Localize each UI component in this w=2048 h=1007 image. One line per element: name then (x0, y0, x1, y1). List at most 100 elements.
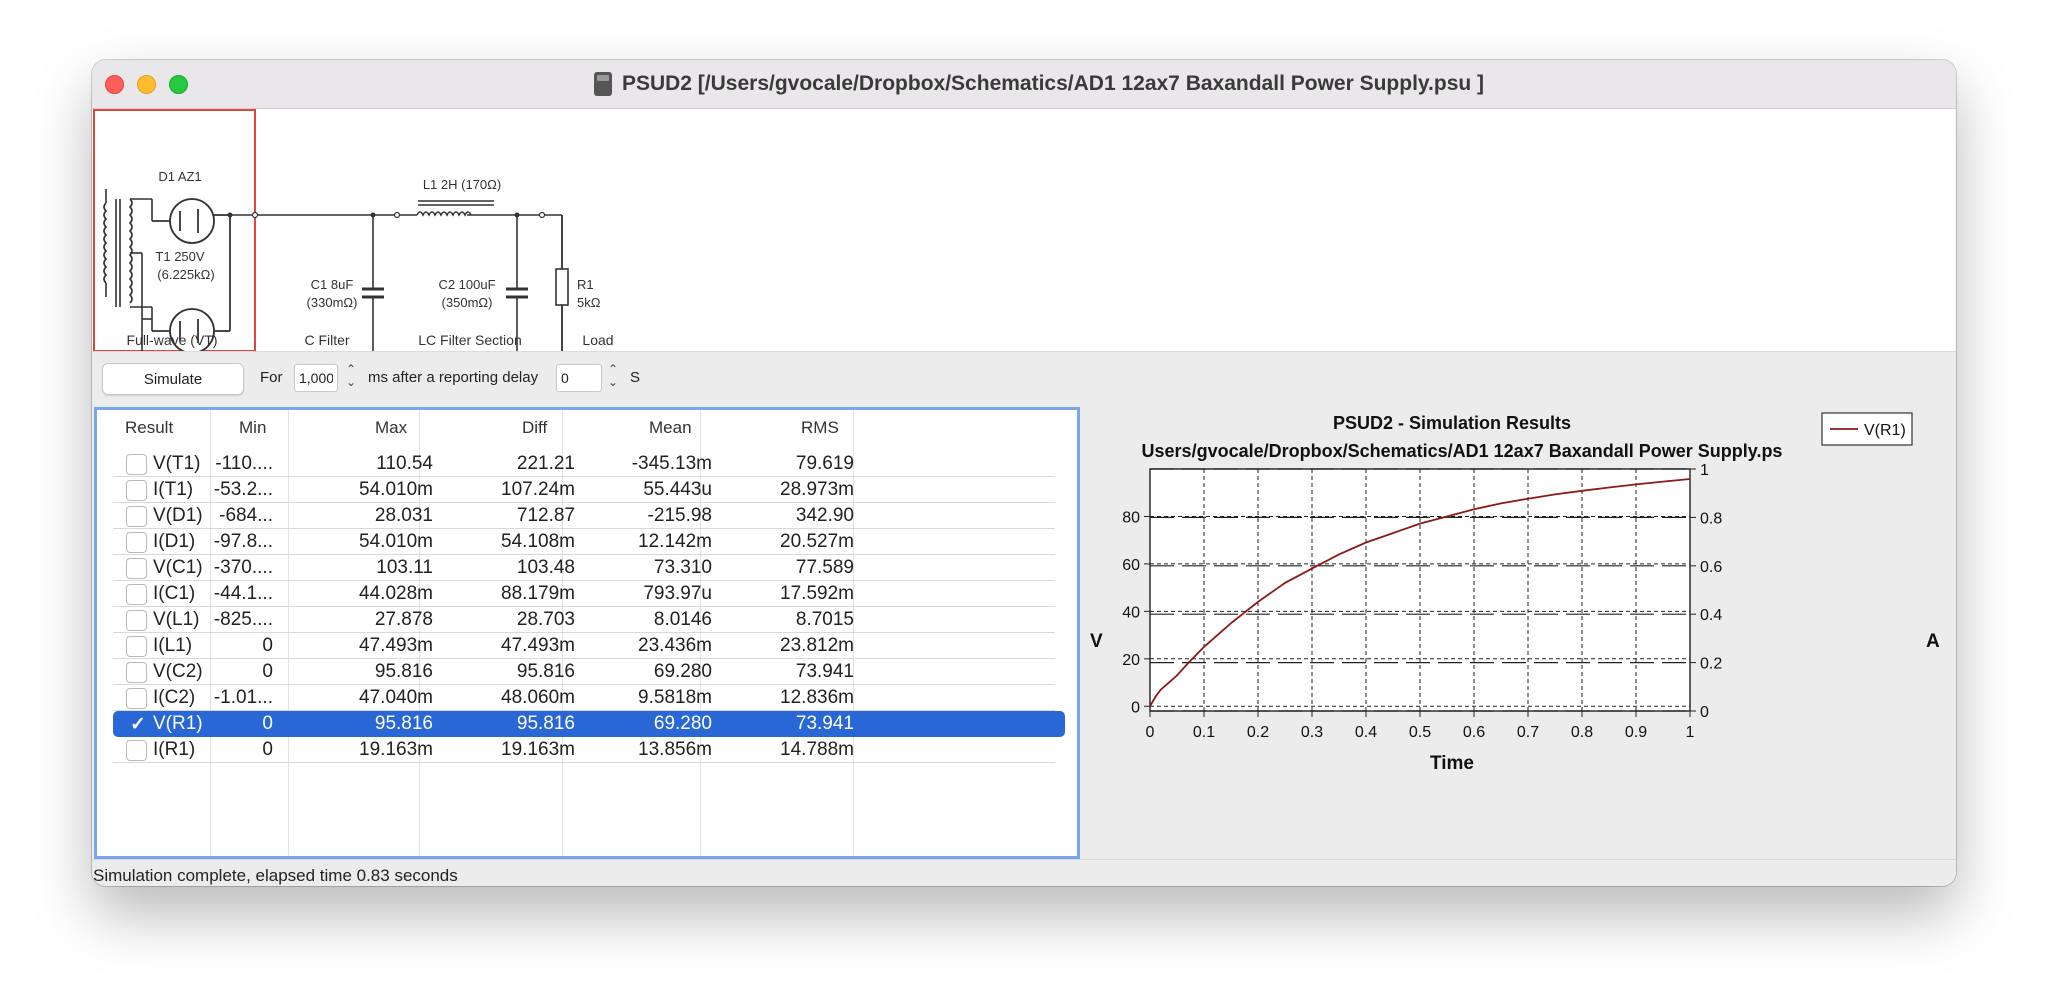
header-max[interactable]: Max (375, 418, 407, 438)
result-max: 44.028m (359, 583, 433, 604)
result-diff: 95.816 (516, 713, 575, 734)
result-max: 27.878 (374, 609, 433, 630)
duration-stepper[interactable]: ⌃ ⌄ (344, 363, 358, 393)
section-cfilter: C Filter (304, 332, 349, 348)
result-name: I(C1) (153, 583, 196, 604)
c2-esr: (350mΩ) (442, 295, 493, 310)
x-tick-label: 0.6 (1463, 724, 1485, 741)
table-row[interactable]: I(R1) 0 19.163m 19.163m 13.856m 14.788m (113, 737, 1065, 763)
x-tick-label: 0.1 (1193, 724, 1215, 741)
capacitor-c2-symbol[interactable] (506, 287, 528, 299)
plot-checkbox[interactable] (126, 506, 147, 527)
result-rms: 342.90 (795, 505, 854, 526)
y-tick-label: 20 (1122, 652, 1140, 669)
plot-checkbox[interactable] (126, 584, 147, 605)
header-diff[interactable]: Diff (522, 418, 547, 438)
zoom-button[interactable] (169, 75, 188, 94)
result-rms: 12.836m (780, 687, 854, 708)
table-row[interactable]: V(C2) 0 95.816 95.816 69.280 73.941 (113, 659, 1065, 685)
results-table: Result Min Max Diff Mean RMS V(T1) -110..… (94, 407, 1080, 859)
result-min: -44.1... (213, 583, 273, 604)
result-name: V(T1) (153, 453, 201, 474)
header-min[interactable]: Min (239, 418, 266, 438)
table-row[interactable]: I(T1) -53.2... 54.010m 107.24m 55.443u 28.973… (113, 477, 1065, 503)
table-row[interactable]: I(L1) 0 47.493m 47.493m 23.436m 23.812m (113, 633, 1065, 659)
for-label: For (260, 369, 283, 386)
table-row[interactable]: ✓ V(R1) 0 95.816 95.816 69.280 73.941 (113, 711, 1065, 737)
plot-checkbox[interactable] (126, 688, 147, 709)
x-tick-label: 0 (1146, 724, 1155, 741)
result-diff: 54.108m (501, 531, 575, 552)
result-min: -1.01... (213, 687, 273, 708)
plot-checkbox[interactable] (126, 662, 147, 683)
result-name: I(D1) (153, 531, 196, 552)
result-rms: 23.812m (780, 635, 854, 656)
result-rms: 8.7015 (795, 609, 854, 630)
result-max: 19.163m (359, 739, 433, 760)
result-rms: 14.788m (780, 739, 854, 760)
capacitor-c1-symbol[interactable] (362, 287, 384, 299)
simulate-button[interactable]: Simulate (102, 363, 244, 395)
duration-input[interactable] (294, 364, 338, 392)
c2-label: C2 100uF (438, 277, 495, 292)
table-row[interactable]: V(D1) -684... 28.031 712.87 -215.98 342.90 (113, 503, 1065, 529)
result-max: 103.11 (376, 557, 433, 578)
result-max: 110.54 (376, 453, 433, 474)
header-mean[interactable]: Mean (649, 418, 692, 438)
result-min: -825.... (213, 609, 273, 630)
rectifier-tube-upper[interactable] (152, 198, 230, 244)
inductor-symbol[interactable] (416, 200, 494, 217)
plot-checkbox[interactable] (126, 636, 147, 657)
plot-checkbox[interactable] (126, 480, 147, 501)
result-mean: 23.436m (638, 635, 712, 656)
resistor-r1-symbol[interactable] (555, 268, 569, 306)
header-result[interactable]: Result (125, 418, 173, 438)
y-axis-label: V (1090, 631, 1103, 652)
result-mean: -215.98 (647, 505, 712, 526)
window-title-group: PSUD2 [/Users/gvocale/Dropbox/Schematics… (593, 72, 1484, 96)
minimize-button[interactable] (137, 75, 156, 94)
section-load: Load (582, 332, 613, 348)
table-row[interactable]: I(C2) -1.01... 47.040m 48.060m 9.5818m 12.836… (113, 685, 1065, 711)
result-diff: 103.48 (516, 557, 575, 578)
x-tick-label: 0.3 (1301, 724, 1323, 741)
table-row[interactable]: V(L1) -825.... 27.878 28.703 8.0146 8.7015 (113, 607, 1065, 633)
result-name: I(L1) (153, 635, 193, 656)
delay-input[interactable] (556, 364, 602, 392)
plot-checkbox[interactable] (126, 740, 147, 761)
result-max: 54.010m (359, 531, 433, 552)
table-row[interactable]: V(C1) -370.... 103.11 103.48 73.310 77.589 (113, 555, 1065, 581)
header-rms[interactable]: RMS (801, 418, 839, 438)
plot-checkbox[interactable]: ✓ (126, 714, 147, 735)
x-tick-label: 0.8 (1571, 724, 1593, 741)
y-tick-label: 0 (1131, 699, 1140, 716)
delay-stepper[interactable]: ⌃ ⌄ (606, 363, 620, 393)
result-mean: 73.310 (653, 557, 712, 578)
y2-tick-label: 0.8 (1700, 510, 1722, 527)
close-button[interactable] (105, 75, 124, 94)
plot-checkbox[interactable] (126, 532, 147, 553)
result-min: -684... (219, 505, 273, 526)
plot-checkbox[interactable] (126, 610, 147, 631)
unit-label: S (630, 369, 641, 386)
result-diff: 107.24m (501, 479, 575, 500)
schematic-diagram: D1 AZ1 T1 250V (6.225kΩ) Full-wave (VT) … (92, 109, 1956, 369)
result-min: -97.8... (213, 531, 273, 552)
x-tick-label: 1 (1686, 724, 1695, 741)
y2-tick-label: 0.6 (1700, 559, 1722, 576)
result-rms: 79.619 (795, 453, 854, 474)
table-row[interactable]: I(D1) -97.8... 54.010m 54.108m 12.142m 20.527… (113, 529, 1065, 555)
plot-checkbox[interactable] (126, 558, 147, 579)
transformer-symbol[interactable] (103, 189, 153, 331)
result-diff: 47.493m (501, 635, 575, 656)
x-axis-label: Time (1430, 753, 1474, 774)
chart-title: PSUD2 - Simulation Results (1333, 413, 1571, 433)
result-diff: 28.703 (516, 609, 575, 630)
result-mean: 13.856m (638, 739, 712, 760)
table-row[interactable]: V(T1) -110.... 110.54 221.21 -345.13m 79.619 (113, 451, 1065, 477)
plot-checkbox[interactable] (126, 454, 147, 475)
result-mean: 793.97u (643, 583, 712, 604)
result-name: V(L1) (153, 609, 200, 630)
table-row[interactable]: I(C1) -44.1... 44.028m 88.179m 793.97u 17.592… (113, 581, 1065, 607)
result-diff: 221.21 (516, 453, 575, 474)
